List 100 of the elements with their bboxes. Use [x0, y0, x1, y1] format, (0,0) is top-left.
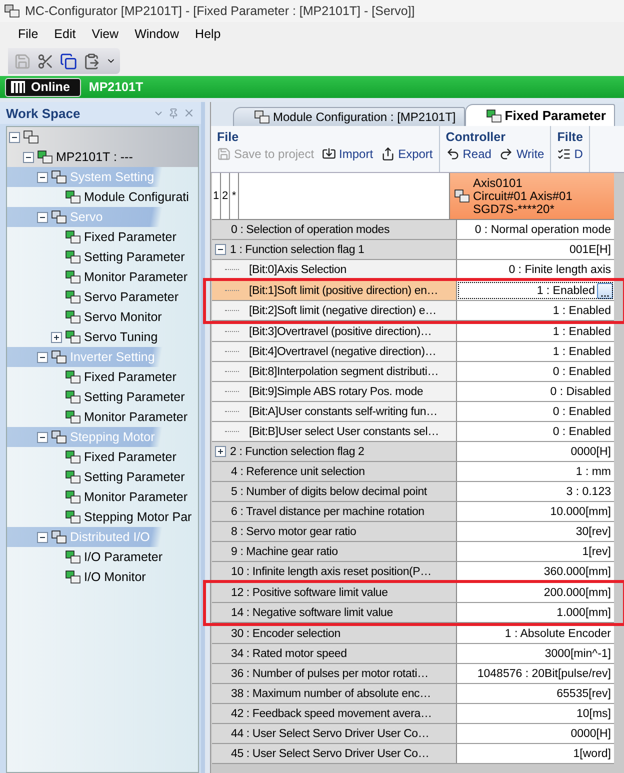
parameter-name[interactable]: 36 : Number of pulses per motor rotati… [212, 664, 457, 683]
collapse-icon[interactable] [37, 432, 48, 442]
parameter-name[interactable]: [Bit:8]Interpolation segment distributi… [212, 362, 457, 381]
parameter-name[interactable]: 38 : Maximum number of absolute enc… [212, 684, 457, 703]
collapse-icon[interactable] [37, 352, 48, 362]
parameter-value[interactable]: 200.000[mm] [457, 583, 614, 602]
parameter-name[interactable]: 4 : Reference unit selection [212, 462, 457, 481]
parameter-value[interactable]: 1048576 : 20Bit[pulse/rev] [457, 664, 614, 683]
parameter-value[interactable]: 0 : Enabled [457, 422, 614, 441]
tree-label: I/O Parameter [84, 550, 162, 564]
collapse-icon[interactable] [37, 172, 48, 182]
parameter-value[interactable]: 0 : Finite length axis [457, 260, 614, 279]
parameter-name[interactable]: 8 : Servo motor gear ratio [212, 522, 457, 541]
parameter-name[interactable]: 6 : Travel distance per machine rotation [212, 502, 457, 521]
parameter-value[interactable]: 3 : 0.123 [457, 482, 614, 501]
parameter-name[interactable]: 1 : Function selection flag 1 [212, 240, 457, 259]
parameter-value[interactable]: 10[ms] [457, 704, 614, 723]
parameter-name[interactable]: [Bit:B]User select User constants sel… [212, 422, 457, 441]
tree-item[interactable]: Servo Tuning [7, 327, 198, 347]
parameter-value[interactable]: 001E[H] [457, 240, 614, 259]
parameter-name[interactable]: 9 : Machine gear ratio [212, 542, 457, 561]
parameter-value[interactable]: 1 : Enabled [457, 281, 614, 300]
parameter-value[interactable]: 30[rev] [457, 522, 614, 541]
paste-icon[interactable] [83, 52, 100, 70]
collapse-icon[interactable] [9, 132, 20, 142]
tree-item[interactable]: Monitor Parameter [7, 267, 198, 287]
collapse-icon[interactable] [23, 152, 34, 162]
tree-item[interactable]: Stepping Motor Par [7, 507, 198, 527]
online-button[interactable]: Online [5, 78, 81, 96]
parameter-name[interactable]: 5 : Number of digits below decimal point [212, 482, 457, 501]
tab[interactable]: Module Configuration : [MP2101T] [233, 107, 465, 126]
menu-item[interactable]: View [86, 25, 125, 43]
parameter-value[interactable]: 360.000[mm] [457, 562, 614, 581]
parameter-name[interactable]: 14 : Negative software limit value [212, 603, 457, 622]
parameter-name[interactable]: [Bit:9]Simple ABS rotary Pos. mode [212, 382, 457, 401]
tree-item[interactable]: I/O Parameter [7, 547, 198, 567]
parameter-value[interactable]: 1[rev] [457, 542, 614, 561]
parameter-value[interactable]: 1 : Enabled [457, 342, 614, 361]
parameter-value[interactable]: 0 : Enabled [457, 402, 614, 421]
ribbon-button[interactable]: D [557, 147, 583, 161]
parameter-name[interactable]: [Bit:4]Overtravel (negative direction)… [212, 342, 457, 361]
tree-item[interactable]: Servo Monitor [7, 307, 198, 327]
menu-item[interactable]: Edit [48, 25, 82, 43]
tree-item[interactable]: Setting Parameter [7, 387, 198, 407]
tree-item[interactable]: Fixed Parameter [7, 367, 198, 387]
tree-item[interactable]: Fixed Parameter [7, 227, 198, 247]
parameter-value[interactable]: 0 : Disabled [457, 382, 614, 401]
parameter-value[interactable]: 65535[rev] [457, 684, 614, 703]
ribbon-button[interactable]: Write [499, 147, 544, 161]
tree-item[interactable]: Monitor Parameter [7, 407, 198, 427]
parameter-value[interactable]: 1[word] [457, 744, 614, 763]
ribbon-button[interactable]: Import [322, 147, 374, 161]
expand-icon[interactable] [51, 332, 62, 342]
parameter-value[interactable]: 1 : mm [457, 462, 614, 481]
parameter-name[interactable]: [Bit:0]Axis Selection [212, 260, 457, 279]
parameter-value[interactable]: 1.000[mm] [457, 603, 614, 622]
parameter-name[interactable]: 45 : User Select Servo Driver User Co… [212, 744, 457, 763]
menu-item[interactable]: Window [128, 25, 186, 43]
parameter-value[interactable]: 1 : Enabled [457, 322, 614, 341]
menu-item[interactable]: File [12, 25, 44, 43]
parameter-name[interactable]: 0 : Selection of operation modes [212, 220, 457, 239]
parameter-value[interactable]: 0 : Enabled [457, 362, 614, 381]
tree-item[interactable]: Setting Parameter [7, 467, 198, 487]
collapse-icon[interactable] [37, 212, 48, 222]
parameter-name[interactable]: 42 : Feedback speed movement avera… [212, 704, 457, 723]
expand-icon[interactable] [215, 446, 226, 457]
collapse-icon[interactable] [37, 532, 48, 542]
tree-item[interactable]: Setting Parameter [7, 247, 198, 267]
ribbon-button[interactable]: Export [381, 147, 433, 161]
parameter-name[interactable]: [Bit:A]User constants self-writing fun… [212, 402, 457, 421]
menu-item[interactable]: Help [189, 25, 227, 43]
parameter-value[interactable]: 0 : Normal operation mode [457, 220, 614, 239]
tree-label: Servo [70, 210, 103, 224]
more-button[interactable] [597, 282, 613, 298]
parameter-value[interactable]: 1 : Enabled [457, 301, 614, 320]
parameter-name[interactable]: [Bit:2]Soft limit (negative direction) e… [212, 301, 457, 320]
scissors-icon[interactable] [37, 52, 54, 70]
parameter-value[interactable]: 3000[min^-1] [457, 644, 614, 663]
ribbon-button[interactable]: Read [446, 147, 492, 161]
tree-item[interactable]: I/O Monitor [7, 567, 198, 587]
parameter-name[interactable]: 12 : Positive software limit value [212, 583, 457, 602]
parameter-name[interactable]: 10 : Infinite length axis reset position(P… [212, 562, 457, 581]
parameter-value[interactable]: 0000[H] [457, 442, 614, 461]
parameter-name[interactable]: 44 : User Select Servo Driver User Co… [212, 724, 457, 743]
parameter-value[interactable]: 1 : Absolute Encoder [457, 624, 614, 643]
parameter-name[interactable]: 2 : Function selection flag 2 [212, 442, 457, 461]
undo-arrow-icon [446, 147, 460, 161]
parameter-value[interactable]: 0000[H] [457, 724, 614, 743]
tree-item[interactable]: Fixed Parameter [7, 447, 198, 467]
parameter-name[interactable]: 34 : Rated motor speed [212, 644, 457, 663]
tab[interactable]: Fixed Parameter [464, 104, 615, 126]
parameter-name[interactable]: [Bit:1]Soft limit (positive direction) en… [212, 281, 457, 300]
ribbon-group-title: Controller [446, 130, 506, 144]
tree-item[interactable]: Module Configurati [7, 187, 198, 207]
copy-icon[interactable] [60, 52, 77, 70]
tree-item[interactable]: Servo Parameter [7, 287, 198, 307]
parameter-value[interactable]: 10.000[mm] [457, 502, 614, 521]
app-icon [4, 4, 20, 18]
tree-item[interactable]: Monitor Parameter [7, 487, 198, 507]
collapse-icon[interactable] [215, 244, 226, 255]
